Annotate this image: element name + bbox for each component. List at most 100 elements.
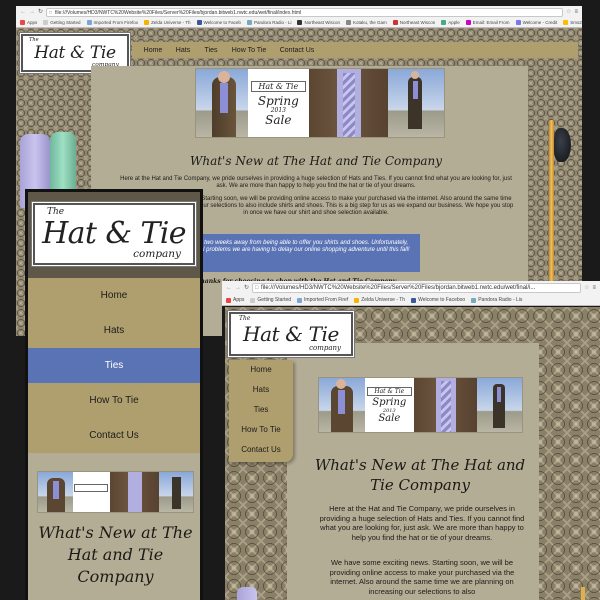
bookmark-label: Pandora Radio - Li (253, 20, 292, 25)
sale-card: Hat & Tie Spring 2013 Sale (247, 69, 310, 137)
bookmark-label: Kotaku, the Gam (352, 20, 387, 25)
nav-bar: Home Hats Ties How To Tie Contact Us (132, 42, 578, 58)
mobile-nav-how-to-tie[interactable]: How To Tie (28, 383, 200, 418)
bookmark-label: Getting Started (50, 20, 81, 25)
mobile-nav-home[interactable]: Home (28, 278, 200, 313)
bookmark-item[interactable]: Pandora Radio - Lis (471, 297, 522, 303)
forward-icon[interactable]: → (29, 8, 35, 16)
bookmark-icon (196, 20, 202, 25)
nav-home[interactable]: Home (138, 47, 168, 54)
photo-man-sidewalk (388, 69, 444, 137)
bookmark-item[interactable]: Getting Started (43, 20, 81, 25)
photo-tie-closeup (414, 378, 478, 432)
sale-card: Hat & Tie Spring 2013 Sale (364, 378, 415, 432)
photo-man-walking (319, 378, 365, 432)
photo-man-walking (38, 472, 73, 512)
intro-paragraph: Here at the Hat and Tie Company, we prid… (120, 176, 512, 189)
mobile-nav-hats[interactable]: Hats (28, 313, 200, 348)
logo[interactable]: The Hat & Tie company (228, 311, 354, 357)
bookmark-item[interactable]: Apple (441, 20, 460, 25)
nav-contact-us[interactable]: Contact Us (229, 440, 293, 460)
nav-ties[interactable]: Ties (198, 47, 224, 54)
browser-window-tablet: ← → ↻ □ file:///Volumes/HD3/NWTC%20Websit… (222, 281, 600, 600)
nav-how-to-tie[interactable]: How To Tie (224, 47, 274, 54)
page-icon: □ (49, 9, 53, 16)
bookmark-item[interactable]: Imported From Firef (297, 297, 348, 303)
bookmark-item[interactable]: Zelda Universe - Th (354, 297, 405, 303)
bookmark-label: Apps (27, 20, 38, 25)
reload-icon[interactable]: ↻ (38, 8, 43, 16)
spring-sale-banner: Hat & Tie Spring 2013 Sale (195, 68, 445, 138)
bookmark-item[interactable]: Zelda Universe - Th (144, 20, 191, 25)
photo-man-sidewalk (159, 472, 193, 512)
bookmark-icon (411, 297, 417, 303)
bookmark-label: Sms2 (570, 20, 582, 25)
bookmark-item[interactable]: Pandora Radio - Li (246, 20, 292, 25)
intro-paragraph: Here at the Hat and Tie Company, we prid… (319, 504, 525, 542)
bookmark-item[interactable]: Getting Started (250, 297, 291, 303)
mobile-nav-ties[interactable]: Ties (28, 348, 200, 383)
bookmark-item[interactable]: Welcome to Faceboo (411, 297, 465, 303)
bookmark-icon (297, 297, 303, 303)
address-bar[interactable]: □ file:///Volumes/HD3/NWTC%20Website%20Fi… (46, 7, 564, 17)
back-icon[interactable]: ← (20, 8, 26, 16)
mobile-nav: Home Hats Ties How To Tie Contact Us (28, 278, 200, 453)
bookmark-item[interactable]: Sms2 (563, 20, 582, 25)
mobile-nav-contact-us[interactable]: Contact Us (28, 418, 200, 453)
page-background: The Hat & Tie company Home Hats Ties How… (225, 307, 600, 600)
nav-hats[interactable]: Hats (168, 47, 198, 54)
bookmark-icon (354, 297, 360, 303)
bookmark-item[interactable]: Apps (226, 297, 244, 303)
bookmark-icon (144, 20, 150, 25)
news-paragraph: We have some exciting news. Starting soo… (329, 558, 515, 596)
menu-icon[interactable]: ≡ (592, 284, 596, 292)
bookmark-item[interactable]: Kotaku, the Gam (345, 20, 387, 25)
photo-man-walking (196, 69, 248, 137)
back-icon[interactable]: ← (226, 284, 232, 292)
bookmark-icon (20, 20, 25, 25)
shirt-image (237, 587, 257, 600)
forward-icon[interactable]: → (235, 284, 241, 292)
bookmark-label: Welcome to Faceb (203, 20, 241, 25)
bookmark-icon (465, 20, 471, 25)
mobile-view: The Hat & Tie company Home Hats Ties How… (25, 189, 203, 600)
bookmark-icon (250, 297, 256, 303)
nav-ties[interactable]: Ties (229, 400, 293, 420)
bookmark-label: Zelda Universe - Th (361, 297, 406, 303)
menu-icon[interactable]: ≡ (574, 8, 578, 16)
address-bar[interactable]: □ file:///Volumes/HD3/NWTC%20Website%20Fi… (252, 283, 582, 293)
sale-mini-logo (74, 484, 109, 492)
bookmark-item[interactable]: Northeast Wiscon (392, 20, 435, 25)
mobile-logo[interactable]: The Hat & Tie company (32, 202, 196, 266)
browser-chrome: ← → ↻ □ file:///Volumes/HD3/NWTC%20Websit… (222, 281, 600, 306)
page-icon: □ (255, 285, 259, 291)
nav-how-to-tie[interactable]: How To Tie (229, 420, 293, 440)
nav-home[interactable]: Home (229, 360, 293, 380)
bookmark-label: Welcome to Faceboo (418, 297, 466, 303)
bookmark-item[interactable]: Email: Email From (465, 20, 510, 25)
bookmark-icon (345, 20, 351, 25)
page-heading: What's New at The Hat and Tie Company (190, 154, 442, 168)
bookmark-icon (226, 297, 231, 303)
bookmark-icon (471, 297, 477, 303)
bookmark-item[interactable]: Northeast Wiscon (297, 20, 340, 25)
bookmark-item[interactable]: Welcome to Faceb (196, 20, 241, 25)
mobile-banner: ​ (37, 471, 194, 513)
bookmark-icon (441, 20, 447, 25)
sale-card: ​ (72, 472, 111, 512)
star-icon[interactable]: ☆ (584, 284, 589, 292)
bookmark-item[interactable]: Apps (20, 20, 37, 25)
bookmark-icon (297, 20, 303, 25)
nav-contact-us[interactable]: Contact Us (274, 47, 320, 54)
bookmark-item[interactable]: Welcome - Credit (515, 20, 558, 25)
bookmark-item[interactable]: Imported From Firefox (86, 20, 138, 25)
bookmark-icon (86, 20, 92, 25)
bookmark-icon (515, 20, 521, 25)
bookmark-label: Welcome - Credit (522, 20, 558, 25)
star-icon[interactable]: ☆ (566, 8, 571, 16)
nav-hats[interactable]: Hats (229, 380, 293, 400)
page-heading: What's New at The Hat and Tie Company (314, 456, 526, 494)
bookmark-icon (246, 20, 252, 25)
bookmark-label: Pandora Radio - Lis (478, 297, 523, 303)
reload-icon[interactable]: ↻ (244, 284, 249, 292)
